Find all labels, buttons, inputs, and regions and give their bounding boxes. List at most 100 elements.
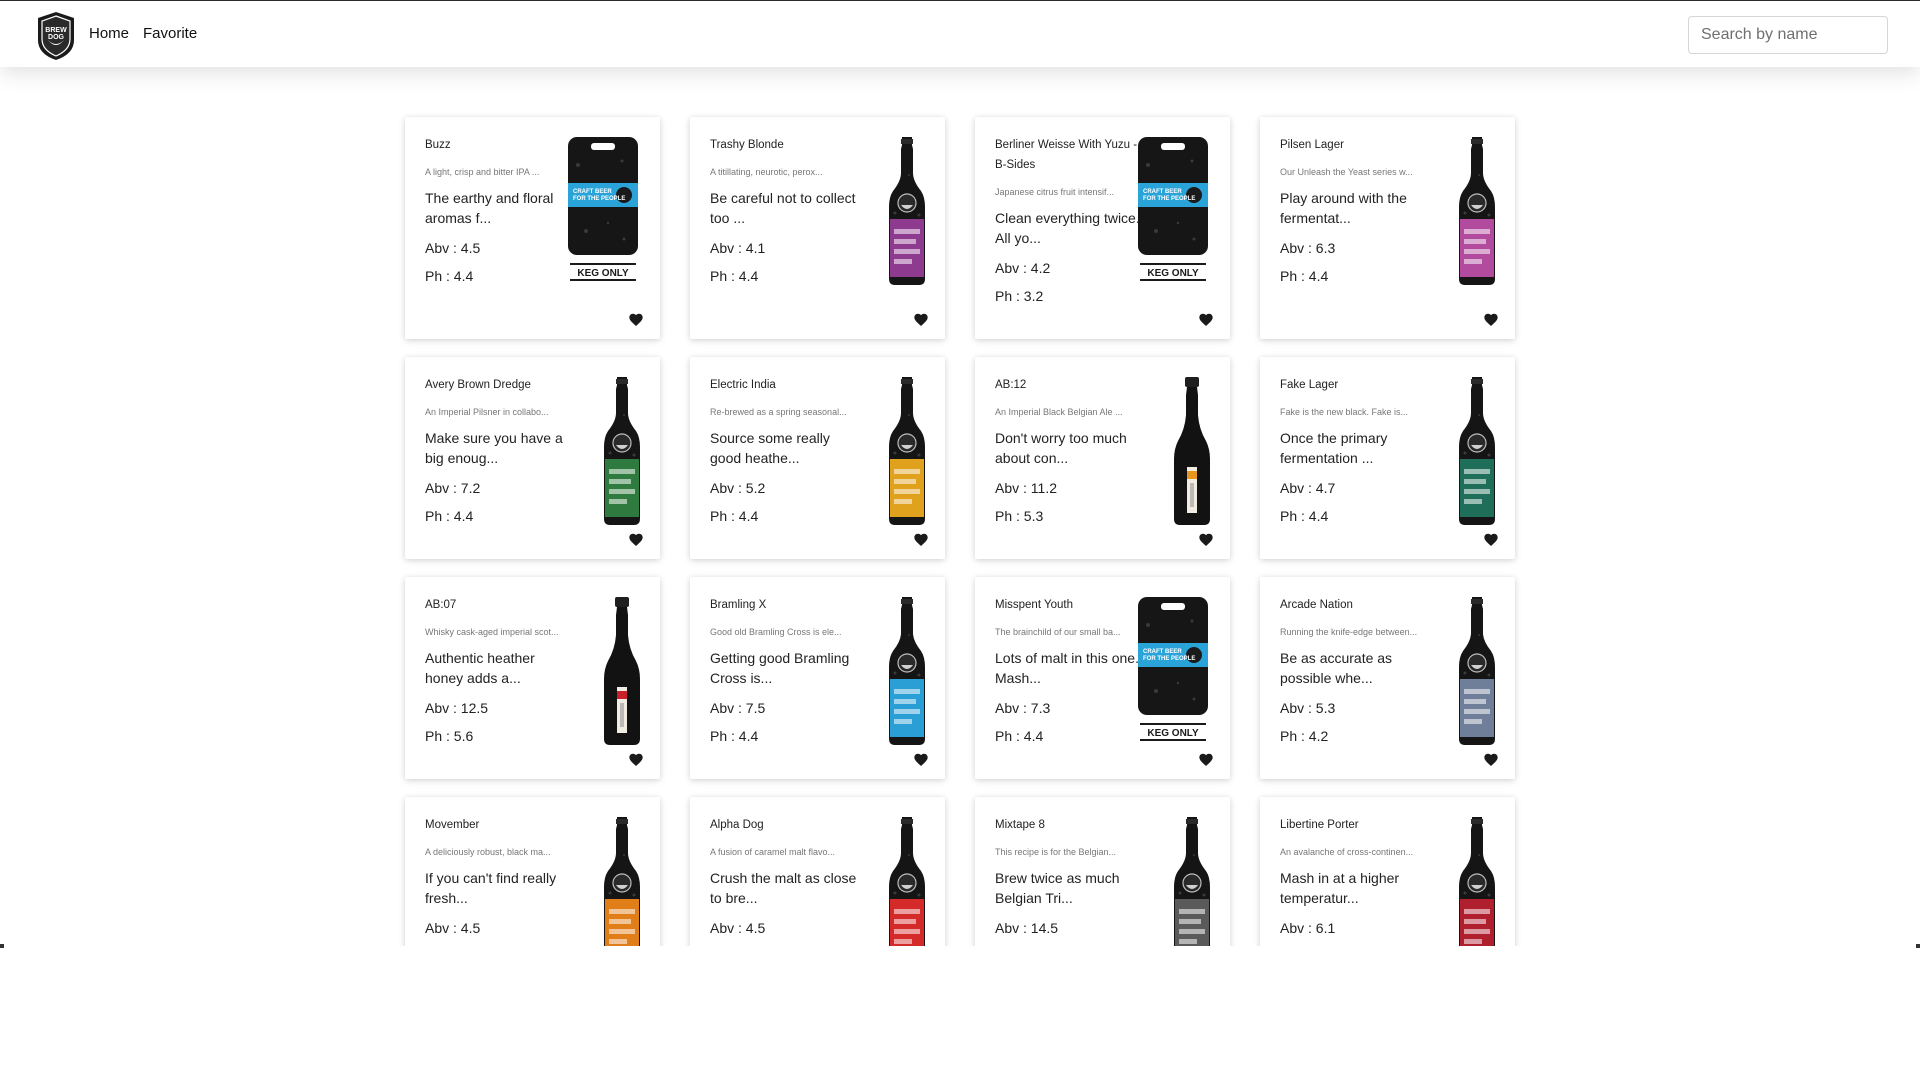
beer-tagline: An avalanche of cross-continen... — [1280, 847, 1414, 857]
beer-tagline: Re-brewed as a spring seasonal... — [710, 407, 847, 417]
beer-card[interactable]: Movember A deliciously robust, black ma..… — [405, 797, 660, 946]
beer-tagline: An Imperial Black Belgian Ale ... — [995, 407, 1123, 417]
beer-name: AB:12 — [995, 379, 1027, 391]
beer-image — [1455, 595, 1499, 752]
beer-name: AB:07 — [425, 599, 457, 611]
beer-ph: Ph : 5.6 — [425, 728, 474, 744]
favorite-heart-icon[interactable] — [1198, 532, 1214, 548]
favorite-heart-icon[interactable] — [1483, 312, 1499, 328]
keg-only-label: KEG ONLY — [1147, 268, 1199, 279]
beer-card[interactable]: Fake Lager Fake is the new black. Fake is… — [1260, 357, 1515, 559]
bottle-image — [1174, 817, 1210, 946]
beer-ph: Ph : 4.4 — [425, 508, 474, 524]
beer-card[interactable]: Buzz A light, crisp and bitter IPA ... The… — [405, 117, 660, 339]
favorite-heart-icon[interactable] — [628, 312, 644, 328]
logo-text-line2: DOG — [48, 34, 65, 41]
favorite-heart-icon[interactable] — [1483, 752, 1499, 768]
beer-tagline: A titillating, neurotic, perox... — [710, 167, 823, 177]
beer-image — [1170, 815, 1214, 946]
beer-image — [885, 815, 929, 946]
beer-card[interactable]: Pilsen Lager Our Unleash the Yeast series… — [1260, 117, 1515, 339]
beer-name: Misspent Youth — [995, 599, 1074, 611]
favorite-heart-icon[interactable] — [628, 532, 644, 548]
nav-home-link[interactable]: Home — [89, 25, 129, 42]
beer-description: Lots of malt in this one. Mash... — [995, 650, 1139, 686]
beer-card[interactable]: Mixtape 8 This recipe is for the Belgian.… — [975, 797, 1230, 946]
beer-image — [1455, 135, 1499, 292]
keg-image: CRAFT BEER FOR THE PEOPLE KEG ONLY — [1138, 597, 1208, 741]
beer-card-text: Electric India Re-brewed as a spring seas… — [710, 375, 860, 524]
beer-image — [1455, 375, 1499, 532]
beer-card[interactable]: Avery Brown Dredge An Imperial Pilsner in… — [405, 357, 660, 559]
brewdog-logo[interactable]: BREW DOG — [34, 10, 78, 62]
beer-tagline: This recipe is for the Belgian... — [995, 847, 1117, 857]
svg-text:CRAFT BEER: CRAFT BEER — [1143, 649, 1182, 655]
beer-card-text: AB:07 Whisky cask-aged imperial scot... Au… — [425, 595, 575, 744]
favorite-heart-icon[interactable] — [1483, 532, 1499, 548]
beer-card-text: Trashy Blonde A titillating, neurotic, pe… — [710, 135, 860, 284]
beer-image — [885, 375, 929, 532]
beer-name: Avery Brown Dredge — [425, 379, 531, 391]
beer-card-text: Avery Brown Dredge An Imperial Pilsner in… — [425, 375, 575, 524]
beer-abv: Abv : 5.2 — [710, 480, 766, 496]
beer-card[interactable]: Berliner Weisse With Yuzu - B-Sides Japan… — [975, 117, 1230, 339]
beer-abv: Abv : 7.3 — [995, 700, 1051, 716]
beer-abv: Abv : 5.3 — [1280, 700, 1336, 716]
beer-description: If you can't find really fresh... — [425, 870, 557, 906]
beer-image — [885, 595, 929, 752]
beer-tagline: Running the knife-edge between... — [1280, 627, 1418, 637]
bottle-image — [1459, 597, 1495, 745]
keg-image: CRAFT BEER FOR THE PEOPLE KEG ONLY — [568, 137, 638, 281]
beer-abv: Abv : 14.5 — [995, 920, 1059, 936]
beer-tagline: Good old Bramling Cross is ele... — [710, 627, 842, 637]
beer-abv: Abv : 4.1 — [710, 240, 766, 256]
beer-card[interactable]: AB:07 Whisky cask-aged imperial scot... Au… — [405, 577, 660, 779]
beer-abv: Abv : 11.2 — [995, 480, 1058, 496]
favorite-heart-icon[interactable] — [913, 752, 929, 768]
beer-name: Arcade Nation — [1280, 599, 1353, 611]
bottle-image — [889, 817, 925, 946]
beer-card[interactable]: AB:12 An Imperial Black Belgian Ale ... Do… — [975, 357, 1230, 559]
beer-card[interactable]: Electric India Re-brewed as a spring seas… — [690, 357, 945, 559]
beer-card[interactable]: Trashy Blonde A titillating, neurotic, pe… — [690, 117, 945, 339]
beer-description: Brew twice as much Belgian Tri... — [995, 870, 1120, 906]
beer-card[interactable]: Alpha Dog A fusion of caramel malt flavo.… — [690, 797, 945, 946]
favorite-heart-icon[interactable] — [913, 312, 929, 328]
beer-ph: Ph : 4.4 — [995, 728, 1044, 744]
beer-card[interactable]: Bramling X Good old Bramling Cross is ele… — [690, 577, 945, 779]
bottle-image — [1459, 377, 1495, 525]
beer-tagline: Fake is the new black. Fake is... — [1280, 407, 1409, 417]
beer-list-viewport[interactable]: Buzz A light, crisp and bitter IPA ... The… — [0, 66, 1920, 946]
nav-favorite-link[interactable]: Favorite — [143, 25, 197, 42]
favorite-heart-icon[interactable] — [628, 752, 644, 768]
beer-abv: Abv : 12.5 — [425, 700, 489, 716]
beer-card-text: Buzz A light, crisp and bitter IPA ... The… — [425, 135, 575, 284]
beer-abv: Abv : 7.5 — [710, 700, 766, 716]
beer-card[interactable]: Libertine Porter An avalanche of cross-co… — [1260, 797, 1515, 946]
beer-card[interactable]: Arcade Nation Running the knife-edge betw… — [1260, 577, 1515, 779]
bottle-image — [1174, 377, 1210, 525]
search-input[interactable] — [1688, 16, 1888, 54]
beer-tagline: A fusion of caramel malt flavo... — [710, 847, 836, 857]
beer-image — [1170, 375, 1214, 532]
favorite-heart-icon[interactable] — [913, 532, 929, 548]
beer-image — [600, 815, 644, 946]
beer-ph: Ph : 4.4 — [425, 268, 474, 284]
beer-card[interactable]: Misspent Youth The brainchild of our smal… — [975, 577, 1230, 779]
favorite-heart-icon[interactable] — [1198, 312, 1214, 328]
beer-abv: Abv : 4.5 — [710, 920, 766, 936]
beer-card-text: Movember A deliciously robust, black ma..… — [425, 815, 575, 946]
beer-card-text: Pilsen Lager Our Unleash the Yeast series… — [1280, 135, 1430, 284]
beer-ph: Ph : 5.3 — [995, 508, 1044, 524]
favorite-heart-icon[interactable] — [1198, 752, 1214, 768]
beer-abv: Abv : 4.2 — [995, 260, 1051, 276]
beer-description: Mash in at a higher temperatur... — [1280, 870, 1400, 906]
beer-tagline: Whisky cask-aged imperial scot... — [425, 627, 559, 637]
bottle-image — [889, 597, 925, 745]
svg-text:FOR THE PEOPLE: FOR THE PEOPLE — [1143, 196, 1195, 202]
bottle-image — [604, 817, 640, 946]
beer-ph: Ph : 4.4 — [1280, 508, 1329, 524]
beer-description: Authentic heather honey adds a... — [425, 650, 535, 686]
svg-text:CRAFT BEER: CRAFT BEER — [1143, 189, 1182, 195]
viewport-corner-right — [1916, 944, 1920, 948]
